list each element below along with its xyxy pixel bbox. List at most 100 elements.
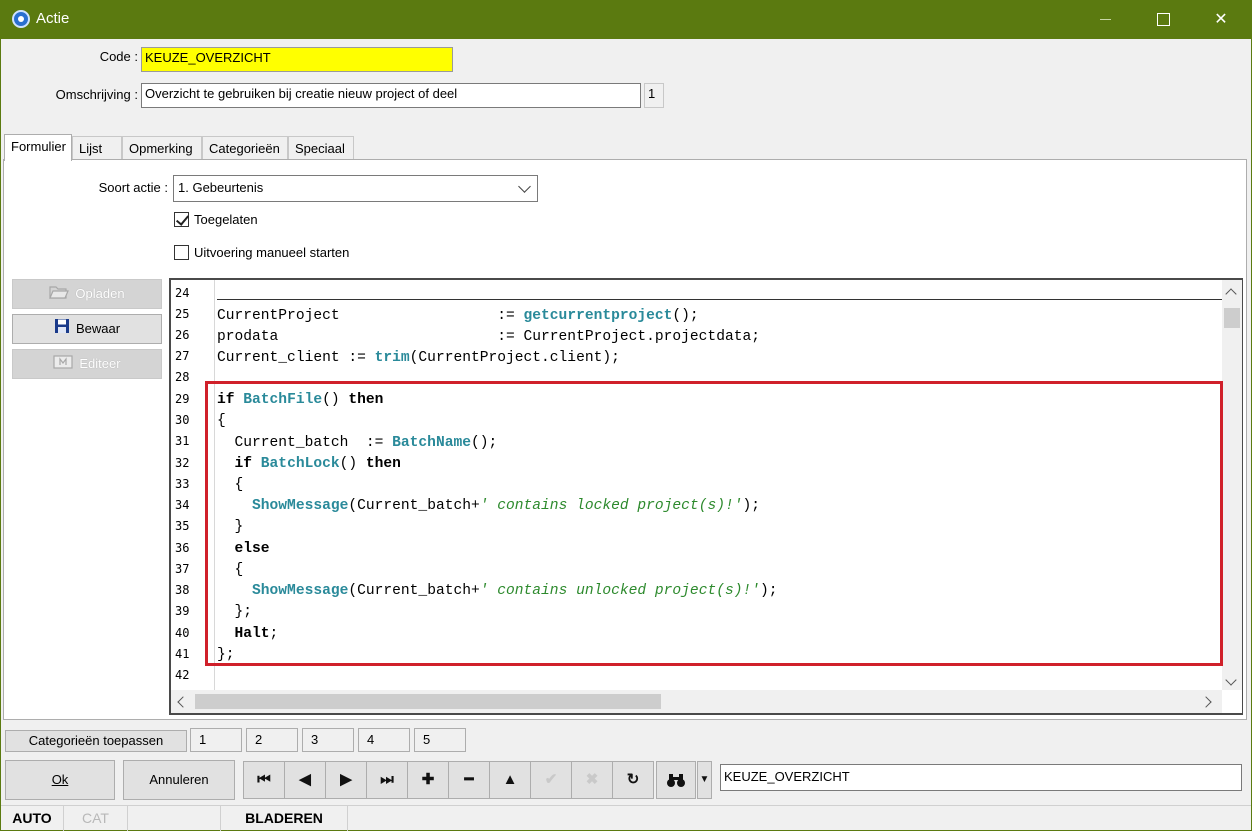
editeer-label: Editeer <box>79 356 121 371</box>
tab-speciaal[interactable]: Speciaal <box>288 136 354 160</box>
toegelaten-checkbox[interactable] <box>174 212 189 227</box>
horizontal-scroll-thumb[interactable] <box>195 694 661 709</box>
edit-icon <box>53 351 73 379</box>
page-4-button[interactable]: 4 <box>358 728 410 752</box>
code-line: CurrentProject := getcurrentproject(); <box>217 308 699 324</box>
scroll-down-icon[interactable] <box>1225 674 1237 686</box>
editeer-button[interactable]: Editeer <box>12 349 162 379</box>
opladen-button[interactable]: Opladen <box>12 279 162 309</box>
prev-icon: ◀ <box>299 771 311 788</box>
next-record-button[interactable]: ▶ <box>325 761 367 799</box>
page-3-button[interactable]: 3 <box>302 728 354 752</box>
edit-record-button[interactable]: ▲ <box>489 761 531 799</box>
refresh-icon: ↻ <box>626 771 640 788</box>
status-mode: BLADEREN <box>221 806 348 831</box>
code-line: } <box>217 519 244 535</box>
vertical-scrollbar[interactable] <box>1222 280 1242 690</box>
status-bar: AUTO CAT BLADEREN <box>1 805 1251 831</box>
description-label: Omschrijving : <box>55 87 138 102</box>
editor-divider <box>217 299 1222 300</box>
code-line: { <box>217 562 244 578</box>
vertical-scroll-thumb[interactable] <box>1224 308 1240 328</box>
code-line: else <box>234 541 270 557</box>
page-2-button[interactable]: 2 <box>246 728 298 752</box>
line-number: 32 <box>175 456 190 470</box>
app-icon <box>12 10 30 28</box>
plus-icon: ✚ <box>421 771 435 788</box>
line-number: 42 <box>175 668 190 682</box>
search-button[interactable] <box>656 761 696 799</box>
code-line: Current_client := trim(CurrentProject.cl… <box>217 350 620 366</box>
horizontal-scrollbar[interactable] <box>171 690 1222 713</box>
description-counter: 1 <box>644 83 664 108</box>
code-line: if BatchFile() then <box>217 392 384 408</box>
line-number: 39 <box>175 604 190 618</box>
cancel-button[interactable]: Annuleren <box>123 760 235 800</box>
code-editor[interactable]: 24 25 26 27 28 29 30 31 32 33 34 35 36 3… <box>169 278 1243 715</box>
bewaar-label: Bewaar <box>75 321 121 336</box>
code-line: }; <box>217 604 253 620</box>
code-field[interactable]: KEUZE_OVERZICHT <box>141 47 453 72</box>
line-number: 36 <box>175 541 190 555</box>
search-input[interactable]: KEUZE_OVERZICHT <box>720 764 1242 791</box>
soort-actie-select[interactable]: 1. Gebeurtenis <box>173 175 538 202</box>
maximize-button[interactable] <box>1134 0 1192 39</box>
categories-apply-button[interactable]: Categorieën toepassen <box>5 730 187 752</box>
line-number: 35 <box>175 519 190 533</box>
line-number: 31 <box>175 434 190 448</box>
last-record-button[interactable]: ⏭ <box>366 761 408 799</box>
line-number: 30 <box>175 413 190 427</box>
line-number: 24 <box>175 286 190 300</box>
code-label: Code : <box>99 49 138 64</box>
up-triangle-icon: ▲ <box>502 771 518 788</box>
tab-categorieen[interactable]: Categorieën <box>202 136 288 160</box>
window-title: Actie <box>36 10 70 27</box>
folder-open-icon <box>49 281 70 309</box>
code-line: if BatchLock() then <box>234 456 401 472</box>
close-button[interactable]: ✕ <box>1192 0 1250 39</box>
manueel-checkbox[interactable] <box>174 245 189 260</box>
post-button[interactable]: ✔ <box>530 761 572 799</box>
minimize-button[interactable] <box>1076 0 1134 39</box>
binoculars-icon <box>666 771 686 788</box>
soort-actie-label: Soort actie : <box>98 180 168 195</box>
page-5-button[interactable]: 5 <box>414 728 466 752</box>
line-number: 41 <box>175 647 190 661</box>
ok-button[interactable]: Ok <box>5 760 115 800</box>
tab-formulier[interactable]: Formulier <box>4 134 72 161</box>
scroll-up-icon[interactable] <box>1225 288 1237 300</box>
status-cat: CAT <box>64 806 128 831</box>
status-auto: AUTO <box>1 806 64 831</box>
line-number: 38 <box>175 583 190 597</box>
code-line: { <box>217 413 226 429</box>
description-field[interactable]: Overzicht te gebruiken bij creatie nieuw… <box>141 83 641 108</box>
code-line: prodata := CurrentProject.projectdata; <box>217 329 760 345</box>
title-bar: Actie ✕ <box>0 0 1252 39</box>
line-number-gutter: 24 25 26 27 28 29 30 31 32 33 34 35 36 3… <box>171 280 215 690</box>
delete-record-button[interactable]: ━ <box>448 761 490 799</box>
line-number: 33 <box>175 477 190 491</box>
line-number: 29 <box>175 392 190 406</box>
search-dropdown-button[interactable]: ▼ <box>697 761 712 799</box>
scroll-right-icon[interactable] <box>1200 696 1212 708</box>
code-line: { <box>217 477 244 493</box>
toegelaten-label: Toegelaten <box>194 212 258 227</box>
soort-actie-value: 1. Gebeurtenis <box>178 180 264 195</box>
line-number: 40 <box>175 626 190 640</box>
tab-opmerking[interactable]: Opmerking <box>122 136 202 160</box>
manueel-label: Uitvoering manueel starten <box>194 245 350 260</box>
line-number: 25 <box>175 307 190 321</box>
add-record-button[interactable]: ✚ <box>407 761 449 799</box>
first-record-button[interactable]: ⏮ <box>243 761 285 799</box>
code-line: ShowMessage(Current_batch+' contains unl… <box>252 583 778 599</box>
cancel-edit-button[interactable]: ✖ <box>571 761 613 799</box>
refresh-button[interactable]: ↻ <box>612 761 654 799</box>
page-1-button[interactable]: 1 <box>190 728 242 752</box>
tab-lijst[interactable]: Lijst <box>72 136 122 160</box>
prev-record-button[interactable]: ◀ <box>284 761 326 799</box>
line-number: 37 <box>175 562 190 576</box>
last-icon: ⏭ <box>380 771 394 788</box>
x-icon: ✖ <box>585 771 599 788</box>
bewaar-button[interactable]: Bewaar <box>12 314 162 344</box>
scroll-left-icon[interactable] <box>177 696 189 708</box>
